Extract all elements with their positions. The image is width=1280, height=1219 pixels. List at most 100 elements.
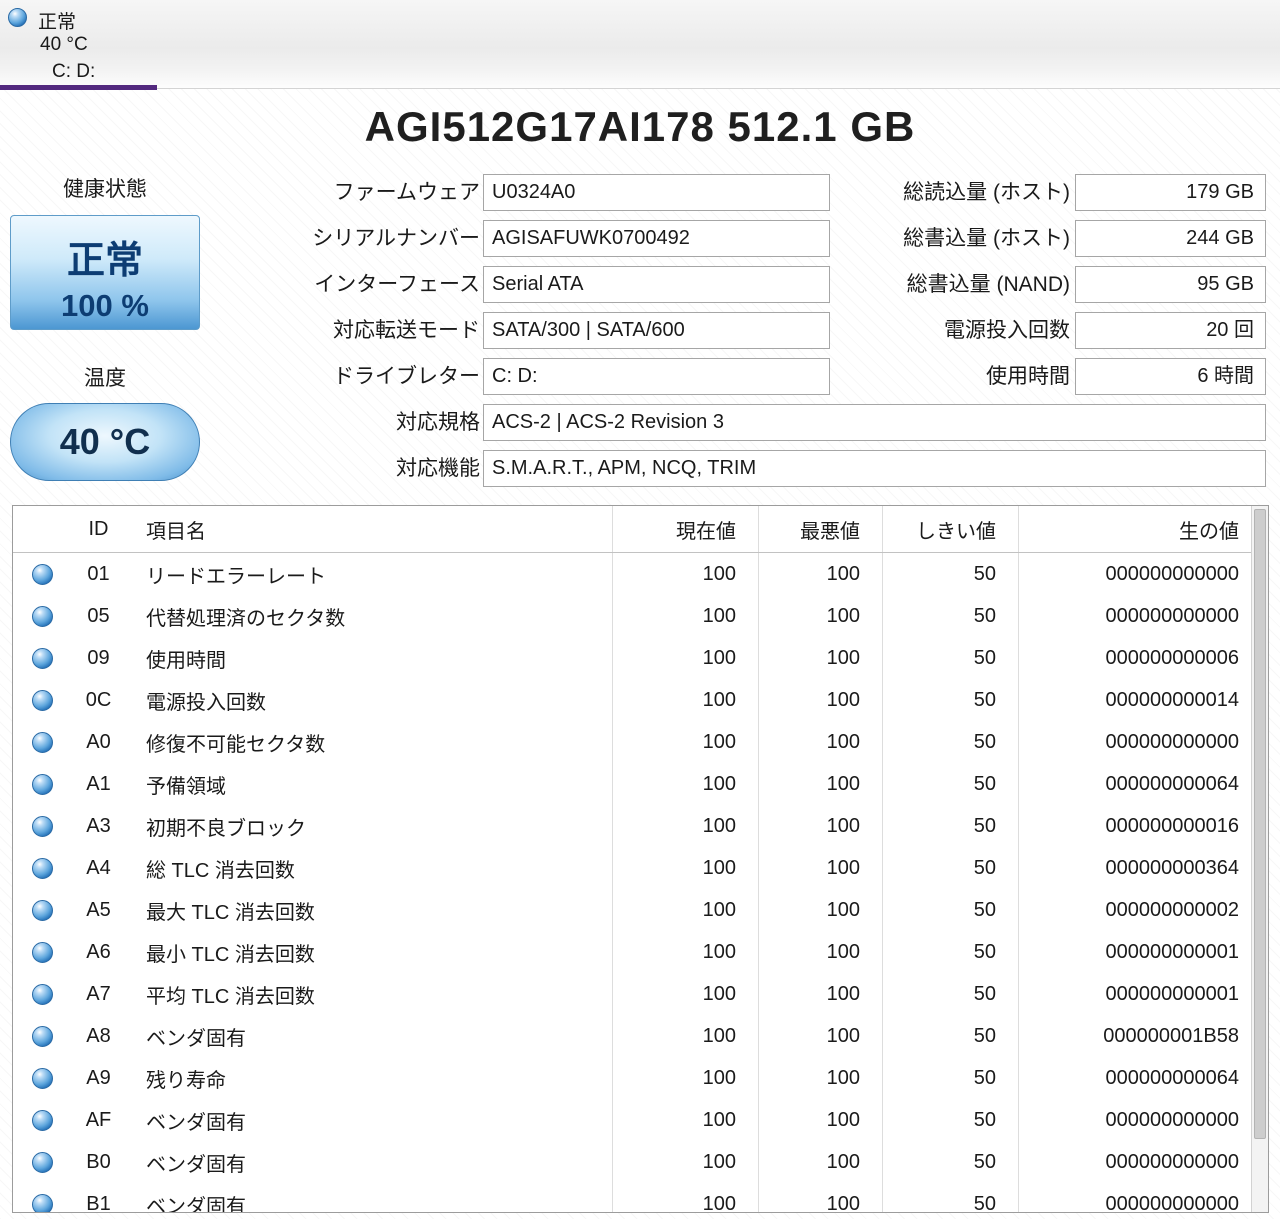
attr-name: 代替処理済のセクタ数 <box>146 607 346 630</box>
attr-name: ベンダ固有 <box>146 1153 246 1176</box>
smart-attribute-table: ID 項目名 現在値 最悪値 しきい値 生の値 01 リードエラーレート 100… <box>12 505 1269 1213</box>
host-writes-value: 244 GB <box>1075 220 1266 257</box>
drive-tab-letters: C: D: <box>52 61 96 82</box>
attr-id: A4 <box>86 856 111 879</box>
attr-current: 100 <box>612 1141 758 1183</box>
status-good-orb-icon <box>31 773 53 795</box>
attr-worst: 100 <box>758 553 882 595</box>
attr-raw: 000000000000 <box>1018 553 1251 595</box>
scrollbar-thumb[interactable] <box>1254 509 1266 1139</box>
attr-threshold: 50 <box>882 1183 1018 1212</box>
attr-current: 100 <box>612 1183 758 1212</box>
host-reads-label: 総読込量 (ホスト) <box>903 181 1070 204</box>
attr-id: A9 <box>86 1066 111 1089</box>
table-row[interactable]: 09 使用時間 100 100 50 000000000006 <box>13 637 1251 679</box>
attr-raw: 000000000064 <box>1018 1057 1251 1099</box>
drive-letter-label: ドライブレター <box>333 365 480 388</box>
header-raw: 生の値 <box>1018 506 1251 552</box>
attr-raw: 000000000000 <box>1018 595 1251 637</box>
row-status-cell <box>13 1099 71 1141</box>
row-status-cell <box>13 931 71 973</box>
table-row[interactable]: B1 ベンダ固有 100 100 50 000000000000 <box>13 1183 1251 1213</box>
standard-label: 対応規格 <box>396 411 480 434</box>
attr-id: A8 <box>86 1024 111 1047</box>
attr-name: 残り寿命 <box>146 1069 226 1092</box>
smart-table-body: 01 リードエラーレート 100 100 50 000000000000 05 … <box>13 553 1251 1213</box>
table-row[interactable]: AF ベンダ固有 100 100 50 000000000000 <box>13 1099 1251 1141</box>
attr-current: 100 <box>612 763 758 805</box>
status-good-orb-icon <box>31 857 53 879</box>
attr-name: ベンダ固有 <box>146 1027 246 1050</box>
table-scrollbar[interactable] <box>1251 506 1268 1212</box>
attr-worst: 100 <box>758 1015 882 1057</box>
attr-name: 最大 TLC 消去回数 <box>146 901 315 924</box>
attr-current: 100 <box>612 847 758 889</box>
drive-tab[interactable]: 正常 40 °C C: D: <box>0 0 157 90</box>
drive-selector-bar: 正常 40 °C C: D: <box>0 0 1280 90</box>
serial-label: シリアルナンバー <box>312 227 480 250</box>
drive-status-orb-icon <box>8 8 27 27</box>
attr-name: 平均 TLC 消去回数 <box>146 985 315 1008</box>
status-good-orb-icon <box>31 1193 53 1212</box>
table-row[interactable]: 01 リードエラーレート 100 100 50 000000000000 <box>13 553 1251 595</box>
row-status-cell <box>13 763 71 805</box>
row-status-cell <box>13 1183 71 1212</box>
attr-raw: 000000000000 <box>1018 1141 1251 1183</box>
table-row[interactable]: 05 代替処理済のセクタ数 100 100 50 000000000000 <box>13 595 1251 637</box>
interface-label: インターフェース <box>314 273 480 296</box>
attr-current: 100 <box>612 973 758 1015</box>
table-row[interactable]: A3 初期不良ブロック 100 100 50 000000000016 <box>13 805 1251 847</box>
attr-id: A1 <box>86 772 111 795</box>
attr-worst: 100 <box>758 931 882 973</box>
status-good-orb-icon <box>31 1067 53 1089</box>
status-good-orb-icon <box>31 731 53 753</box>
attr-name: 修復不可能セクタ数 <box>146 733 326 756</box>
table-row[interactable]: A6 最小 TLC 消去回数 100 100 50 000000000001 <box>13 931 1251 973</box>
attr-threshold: 50 <box>882 721 1018 763</box>
header-threshold: しきい値 <box>882 506 1018 552</box>
attr-name: 最小 TLC 消去回数 <box>146 943 315 966</box>
header-status-col <box>13 506 71 552</box>
attr-current: 100 <box>612 1057 758 1099</box>
table-row[interactable]: A7 平均 TLC 消去回数 100 100 50 000000000001 <box>13 973 1251 1015</box>
table-row[interactable]: A1 予備領域 100 100 50 000000000064 <box>13 763 1251 805</box>
attr-name: 予備領域 <box>146 775 226 798</box>
table-row[interactable]: A0 修復不可能セクタ数 100 100 50 000000000000 <box>13 721 1251 763</box>
attr-name: ベンダ固有 <box>146 1195 246 1213</box>
attr-raw: 000000000002 <box>1018 889 1251 931</box>
table-row[interactable]: B0 ベンダ固有 100 100 50 000000000000 <box>13 1141 1251 1183</box>
attr-worst: 100 <box>758 1183 882 1212</box>
row-status-cell <box>13 805 71 847</box>
temperature-value: 40 °C <box>59 421 151 462</box>
table-row[interactable]: A9 残り寿命 100 100 50 000000000064 <box>13 1057 1251 1099</box>
table-row[interactable]: 0C 電源投入回数 100 100 50 000000000014 <box>13 679 1251 721</box>
attr-current: 100 <box>612 1099 758 1141</box>
attr-raw: 000000000006 <box>1018 637 1251 679</box>
attr-threshold: 50 <box>882 973 1018 1015</box>
table-row[interactable]: A8 ベンダ固有 100 100 50 000000001B58 <box>13 1015 1251 1057</box>
drive-tab-status: 正常 <box>38 12 77 33</box>
power-hours-value: 6 時間 <box>1075 358 1266 395</box>
attr-worst: 100 <box>758 805 882 847</box>
transfer-mode-label: 対応転送モード <box>333 319 480 342</box>
attr-name: 総 TLC 消去回数 <box>146 859 295 882</box>
attr-raw: 000000000001 <box>1018 973 1251 1015</box>
table-row[interactable]: A5 最大 TLC 消去回数 100 100 50 000000000002 <box>13 889 1251 931</box>
attr-id: B0 <box>86 1150 111 1173</box>
drive-tab-temp: 40 °C <box>40 34 88 55</box>
power-hours-label: 使用時間 <box>986 365 1070 388</box>
active-tab-underline <box>0 85 157 90</box>
attr-worst: 100 <box>758 637 882 679</box>
attr-raw: 000000000016 <box>1018 805 1251 847</box>
status-good-orb-icon <box>31 899 53 921</box>
attr-id: A6 <box>86 940 111 963</box>
table-row[interactable]: A4 総 TLC 消去回数 100 100 50 000000000364 <box>13 847 1251 889</box>
attr-name: 初期不良ブロック <box>146 817 306 840</box>
status-good-orb-icon <box>31 1151 53 1173</box>
attr-name: 使用時間 <box>146 649 226 672</box>
attr-threshold: 50 <box>882 1099 1018 1141</box>
attr-threshold: 50 <box>882 637 1018 679</box>
attr-id: 0C <box>85 688 112 711</box>
status-good-orb-icon <box>31 647 53 669</box>
attr-worst: 100 <box>758 763 882 805</box>
